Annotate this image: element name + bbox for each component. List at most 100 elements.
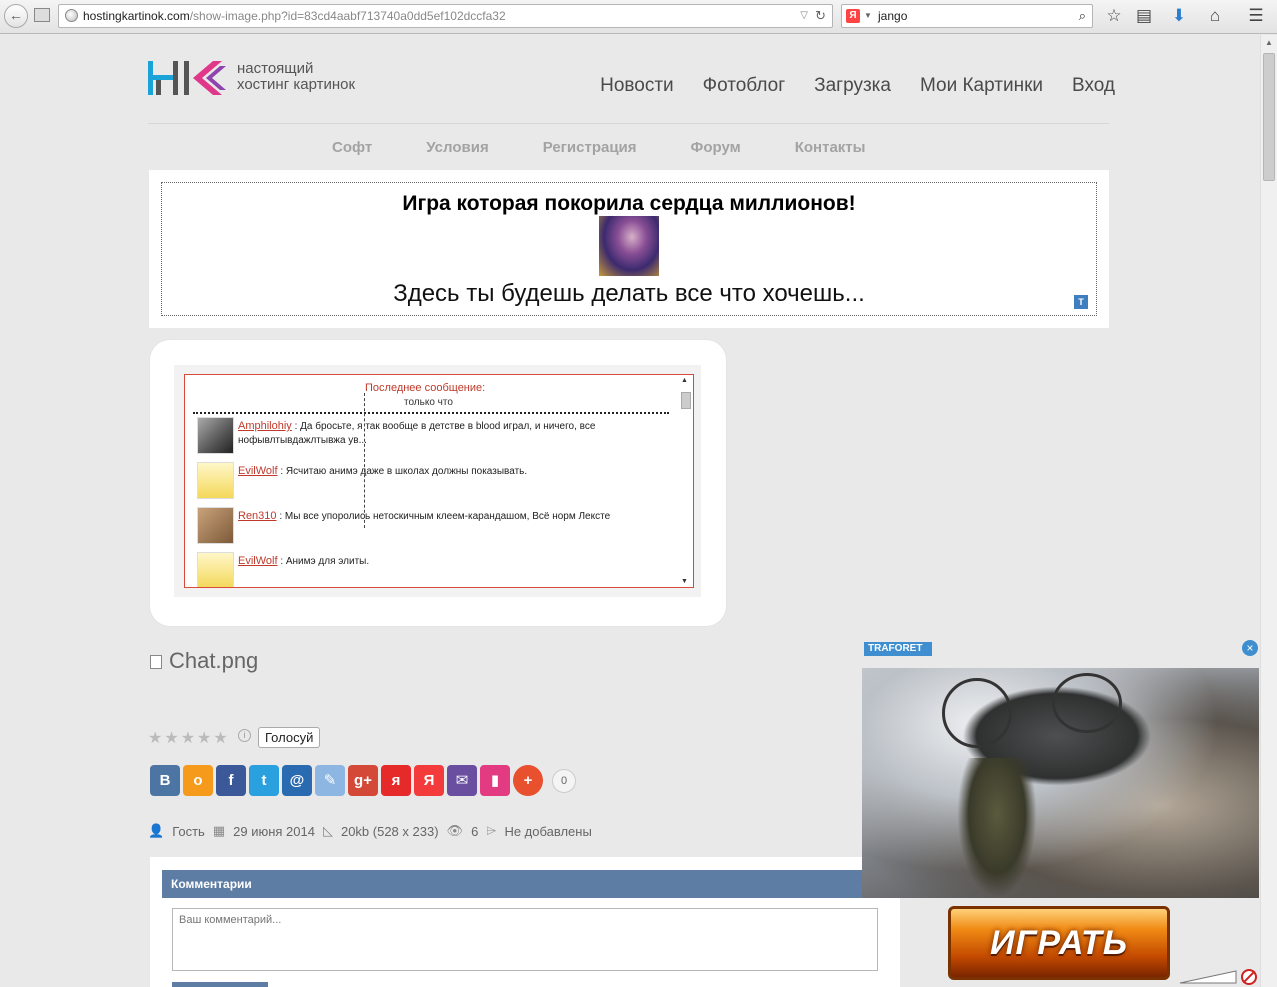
url-host: hostingkartinok.com (83, 9, 190, 23)
scroll-thumb[interactable] (1263, 53, 1275, 181)
meta-tags: Не добавлены (504, 823, 592, 839)
star-icon[interactable]: ★ (213, 728, 227, 748)
star-icon[interactable]: ★ (148, 728, 162, 748)
share-facebook-button[interactable]: f (216, 765, 246, 796)
bookmarks-list-icon[interactable]: ▤ (1133, 5, 1155, 27)
file-meta: 👤 Гость ▦ 29 июня 2014 ◺ 20kb (528 x 233… (148, 823, 592, 839)
chat-nick: Amphilohiy (238, 420, 292, 432)
chat-message-line: Amphilohiy : Да бросьте, я так вообще в … (238, 419, 658, 448)
chat-box: Последнее сообщение: только что Amphiloh… (184, 374, 694, 588)
calendar-icon: ▦ (212, 823, 226, 838)
chat-message-line: EvilWolf : Анимэ для элиты. (238, 554, 658, 569)
share-google-plus-button[interactable]: g+ (348, 765, 378, 796)
video-scene (957, 758, 1037, 898)
site-tagline: настоящий хостинг картинок (237, 61, 355, 93)
close-icon[interactable]: × (1242, 640, 1258, 656)
meta-views: 6 (471, 823, 479, 839)
ad-image[interactable] (599, 216, 659, 276)
star-icon[interactable]: ★ (181, 728, 195, 748)
comment-submit-button[interactable] (172, 982, 268, 987)
home-icon[interactable]: ⌂ (1204, 5, 1226, 27)
back-button[interactable]: ← (4, 4, 28, 28)
share-vk-button[interactable]: В (150, 765, 180, 796)
popup-label: TRAFORET (864, 642, 932, 656)
share-yandex-button[interactable]: Я (414, 765, 444, 796)
nav-news[interactable]: Новости (600, 75, 674, 101)
comments-header: Комментарии (162, 870, 900, 898)
share-mail-ru-button[interactable]: @ (282, 765, 312, 796)
downloads-icon[interactable]: ⬇ (1168, 5, 1190, 27)
star-icon[interactable]: ★ (197, 728, 211, 748)
nav-photoblog[interactable]: Фотоблог (703, 75, 785, 101)
chat-nick: EvilWolf (238, 555, 278, 567)
subnav-terms[interactable]: Условия (426, 139, 488, 156)
globe-icon (65, 9, 78, 22)
search-icon[interactable]: ⌕ (1079, 5, 1086, 27)
share-bookmark-button[interactable]: ▮ (480, 765, 510, 796)
subnav-soft[interactable]: Софт (332, 139, 372, 156)
volume-icon[interactable] (1178, 970, 1238, 984)
meta-size: 20kb (528 x 233) (340, 823, 439, 839)
nav-upload[interactable]: Загрузка (814, 75, 891, 101)
tagline-line-1: настоящий (237, 60, 314, 77)
share-ok-button[interactable]: о (183, 765, 213, 796)
url-path: /show-image.php?id=83cd4aabf713740a0dd5e… (189, 9, 506, 23)
site-logo[interactable] (148, 58, 228, 98)
meta-date: 29 июня 2014 (233, 823, 315, 839)
chat-last-time: только что (404, 397, 453, 408)
chat-text: : Да бросьте, я так вообще в детстве в b… (238, 421, 596, 446)
ad-title[interactable]: Игра которая покорила сердца миллионов! (162, 192, 1096, 216)
subnav-contacts[interactable]: Контакты (795, 139, 866, 156)
header-divider (148, 123, 1109, 124)
reload-icon[interactable]: ↻ (815, 5, 826, 27)
ad-info-icon[interactable]: T (1074, 295, 1088, 309)
avatar (197, 417, 234, 454)
avatar (197, 552, 234, 587)
share-ya-ru-button[interactable]: я (381, 765, 411, 796)
chat-message: Ren310 : Мы все упоролись нетоскичным кл… (197, 507, 667, 547)
address-bar[interactable]: hostingkartinok.com/show-image.php?id=83… (58, 4, 833, 28)
share-livejournal-button[interactable]: ✎ (315, 765, 345, 796)
play-button[interactable]: ИГРАТЬ (948, 906, 1170, 980)
rating-stars: ★ ★ ★ ★ ★ (148, 728, 228, 748)
chat-nick: EvilWolf (238, 465, 278, 477)
search-query: jango (878, 9, 908, 23)
menu-icon[interactable]: ☰ (1245, 5, 1267, 27)
comment-input[interactable] (172, 908, 878, 971)
scroll-up-icon[interactable]: ▲ (1261, 35, 1277, 51)
subnav-register[interactable]: Регистрация (543, 139, 637, 156)
main-nav: Новости Фотоблог Загрузка Мои Картинки В… (570, 75, 1115, 101)
video-scene (942, 678, 1012, 748)
size-icon: ◺ (322, 823, 333, 838)
chat-text: : Анимэ для элиты. (280, 556, 370, 567)
engine-dropdown-icon[interactable]: ▼ (864, 5, 872, 27)
search-input[interactable]: Я ▼ jango ⌕ (841, 4, 1093, 28)
views-icon: 👁 (446, 823, 464, 838)
chat-text: : Мы все упоролись нетоскичным клеем-кар… (279, 511, 611, 522)
chat-message: EvilWolf : Ясчитаю анимэ даже в школах д… (197, 462, 667, 502)
chat-scroll-up-icon: ▲ (681, 377, 688, 384)
yandex-icon: Я (846, 9, 860, 23)
chat-text: : Ясчитаю анимэ даже в школах должны пок… (280, 466, 528, 477)
share-more-button[interactable]: + (513, 765, 543, 796)
subnav-forum[interactable]: Форум (691, 139, 741, 156)
star-icon[interactable]: ★ (164, 728, 178, 748)
avatar (197, 462, 234, 499)
selection-handles (364, 393, 372, 528)
chat-message-line: EvilWolf : Ясчитаю анимэ даже в школах д… (238, 464, 658, 479)
share-twitter-button[interactable]: t (249, 765, 279, 796)
ad-banner[interactable]: Игра которая покорила сердца миллионов! … (149, 170, 1109, 328)
block-icon[interactable] (1241, 969, 1257, 985)
video-ad[interactable] (862, 668, 1259, 898)
page-scrollbar[interactable]: ▲ (1260, 35, 1277, 987)
nav-my-pictures[interactable]: Мои Картинки (920, 75, 1043, 101)
url-dropdown-icon[interactable]: ▽ (800, 5, 808, 27)
nav-login[interactable]: Вход (1072, 75, 1115, 101)
bookmark-star-icon[interactable]: ☆ (1103, 5, 1125, 27)
info-icon[interactable]: i (238, 729, 251, 742)
ad-subtitle[interactable]: Здесь ты будешь делать все что хочешь... (162, 280, 1096, 308)
share-email-button[interactable]: ✉ (447, 765, 477, 796)
tab-groups-icon[interactable] (34, 8, 50, 22)
chat-message-line: Ren310 : Мы все упоролись нетоскичным кл… (238, 509, 658, 524)
share-buttons: В о f t @ ✎ g+ я Я ✉ ▮ + 0 (150, 765, 576, 796)
